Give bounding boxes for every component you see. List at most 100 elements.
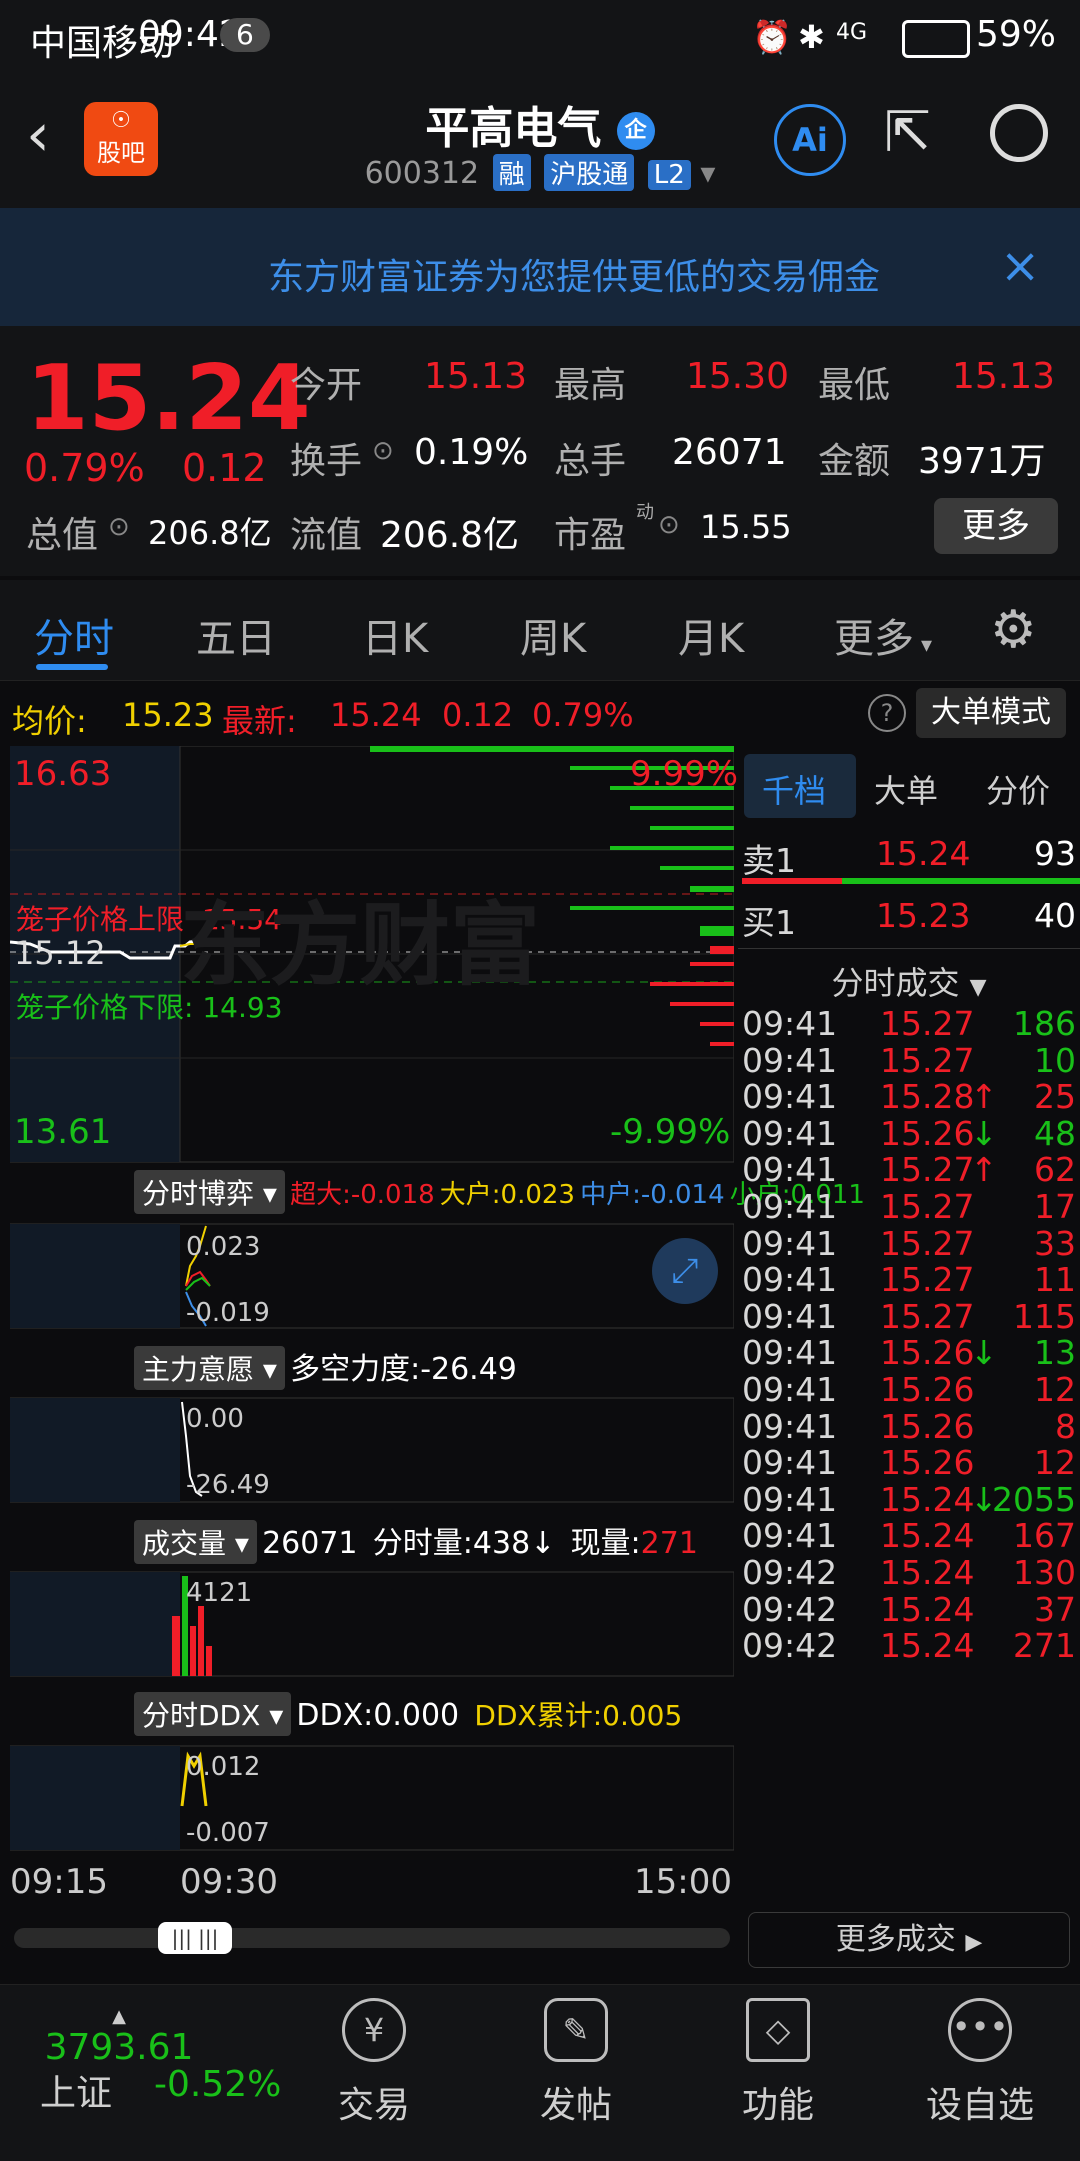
tab-weekly-k[interactable]: 周K (520, 606, 586, 664)
trade-row: 09:41 15.27 115 (742, 1296, 1076, 1336)
tab-big-order[interactable]: 大单 (874, 766, 938, 812)
low-value: 15.13 (952, 356, 1056, 397)
latest-value: 15.24 (330, 696, 422, 734)
share-icon[interactable]: ⇱ (884, 100, 931, 165)
trade-row: 09:42 15.24 130 (742, 1553, 1076, 1592)
tab-five-day[interactable]: 五日 (196, 606, 276, 664)
settings-gear-icon[interactable]: ⚙ (990, 600, 1037, 660)
latest-change: 0.12 (442, 696, 514, 734)
indicator4-header: 分时DDX ▾ DDX:0.000 DDX累计:0.005 (134, 1692, 682, 1736)
indicator2-top: 0.00 (186, 1404, 244, 1434)
change-percent: 0.79% (24, 446, 145, 490)
y-axis-bottom: 13.61 (14, 1112, 112, 1152)
trade-row: 09:42 15.24 271 (742, 1626, 1076, 1666)
sell-buy-ratio-bar (742, 878, 1080, 884)
low-label: 最低 (818, 365, 891, 406)
more-quote-button[interactable]: 更多 (934, 498, 1058, 554)
yen-icon: ¥ (342, 1998, 406, 2062)
pct-axis-bottom: -9.99% (610, 1112, 731, 1152)
trades-title[interactable]: 分时成交 ▼ (738, 952, 1080, 1004)
banner-message[interactable]: 东方财富证券为您提供更低的交易佣金 (268, 248, 968, 300)
indicator3-selector[interactable]: 成交量 ▾ (134, 1520, 257, 1564)
notification-badge: 6 (220, 18, 270, 52)
tag-margin: 融 (492, 154, 531, 191)
time-axis-start: 09:15 (10, 1862, 108, 1902)
tab-monthly-k[interactable]: 月K (678, 606, 744, 664)
volume-label: 总手 (554, 441, 627, 482)
avg-value: 15.23 (122, 696, 214, 734)
indicator2-header: 主力意愿 ▾ 多空力度:-26.49 (134, 1344, 517, 1390)
more-dots-icon: ••• (948, 1998, 1012, 2062)
more-trades-button[interactable]: 更多成交 ▶ (748, 1912, 1070, 1968)
info-icon[interactable]: ⊙ (658, 510, 680, 540)
open-label: 今开 (290, 365, 363, 406)
info-icon[interactable]: ⊙ (108, 512, 130, 542)
indicator1-bottom: -0.019 (186, 1298, 270, 1328)
trade-row: 09:41 15.26 ↓ 48 (742, 1113, 1076, 1153)
bluetooth-icon: ✱ (798, 18, 825, 56)
close-icon[interactable]: × (1000, 238, 1040, 294)
big-order-mode-button[interactable]: 大单模式 (916, 688, 1066, 738)
index-name: 上证 (40, 2073, 113, 2114)
tab-more[interactable]: 更多 ▾ (834, 606, 932, 664)
indicator3-top: 4121 (186, 1578, 253, 1608)
alarm-icon: ⏰ (752, 18, 792, 56)
sell1-row: 卖1 15.24 93 (742, 834, 1076, 880)
float-cap-label: 流值 (290, 515, 363, 556)
indicator4-selector[interactable]: 分时DDX ▾ (134, 1692, 292, 1736)
tab-price-dist[interactable]: 分价 (986, 766, 1050, 812)
trade-row: 09:41 15.27 11 (742, 1260, 1076, 1300)
indicator1-selector[interactable]: 分时博弈 ▾ (134, 1170, 285, 1214)
trade-row: 09:41 15.27 ↑ 62 (742, 1150, 1076, 1190)
indicator3-header: 成交量 ▾ 26071 分时量:438↓ 现量:271 (134, 1518, 698, 1564)
signal-icon: 4G (836, 20, 868, 45)
time-axis-open: 09:30 (180, 1862, 278, 1902)
tab-daily-k[interactable]: 日K (362, 606, 428, 664)
promo-banner[interactable]: 东方财富证券为您提供更低的交易佣金 × (0, 208, 1080, 326)
help-icon[interactable]: ? (868, 694, 906, 732)
trade-row: 09:41 15.26 12 (742, 1370, 1076, 1409)
avg-label: 均价: (12, 702, 87, 740)
grid-icon: ◇ (746, 1998, 810, 2062)
indicator2-selector[interactable]: 主力意愿 ▾ (134, 1346, 285, 1390)
nav-watchlist[interactable]: ••• 设自选 (880, 1990, 1080, 2128)
nav-functions[interactable]: ◇ 功能 (678, 1990, 878, 2128)
tab-intraday[interactable]: 分时 (34, 606, 114, 664)
pe-superscript: 动 (636, 502, 654, 523)
edit-icon: ✎ (544, 1998, 608, 2062)
ai-button[interactable]: Ai (774, 104, 846, 176)
float-cap-value: 206.8亿 (380, 515, 520, 556)
pe-label: 市盈 (554, 515, 627, 556)
active-tab-indicator (36, 664, 108, 670)
latest-label: 最新: (222, 702, 297, 740)
tag-connect: 沪股通 (544, 154, 635, 191)
index-change: -0.52% (154, 2064, 282, 2105)
order-book-panel: 千档 大单 分价 卖1 15.24 93 买1 15.23 40 分时成交 ▼ … (738, 746, 1080, 1946)
search-icon[interactable] (990, 104, 1048, 162)
expand-icon[interactable]: ⤢ (652, 1238, 718, 1304)
trade-row: 09:42 15.24 37 (742, 1589, 1076, 1629)
chart-scroll-handle[interactable]: ||| ||| (158, 1922, 232, 1954)
tab-thousand-level[interactable]: 千档 (762, 766, 826, 812)
latest-pct: 0.79% (532, 696, 634, 734)
watermark: 东方财富 (180, 893, 540, 998)
buy1-row: 买1 15.23 40 (742, 896, 1076, 942)
mid-price-label: 15.12 (14, 934, 106, 972)
nav-trade[interactable]: ¥ 交易 (274, 1990, 474, 2128)
info-icon[interactable]: ⊙ (372, 436, 394, 466)
trade-row: 09:41 15.27 33 (742, 1223, 1076, 1263)
nav-post[interactable]: ✎ 发帖 (476, 1990, 676, 2128)
trade-row: 09:41 15.24 167 (742, 1516, 1076, 1556)
turnover-value: 0.19% (414, 432, 529, 473)
pct-axis-top: 9.99% (630, 754, 739, 794)
trade-row: 09:41 15.26 8 (742, 1406, 1076, 1446)
open-value: 15.13 (424, 356, 528, 397)
indicator1-top: 0.023 (186, 1232, 261, 1262)
status-bar: 中国移动 09:42 6 ⏰ ✱ 4G 59% (0, 0, 1080, 72)
chevron-down-icon[interactable]: ▾ (700, 156, 715, 191)
chart-scroll-track[interactable] (14, 1928, 730, 1948)
amount-label: 金额 (818, 441, 891, 482)
pe-value: 15.55 (700, 508, 792, 546)
index-ticker[interactable]: ▲ 3793.61 (34, 2006, 204, 2068)
market-cap-label: 总值 (26, 515, 99, 556)
